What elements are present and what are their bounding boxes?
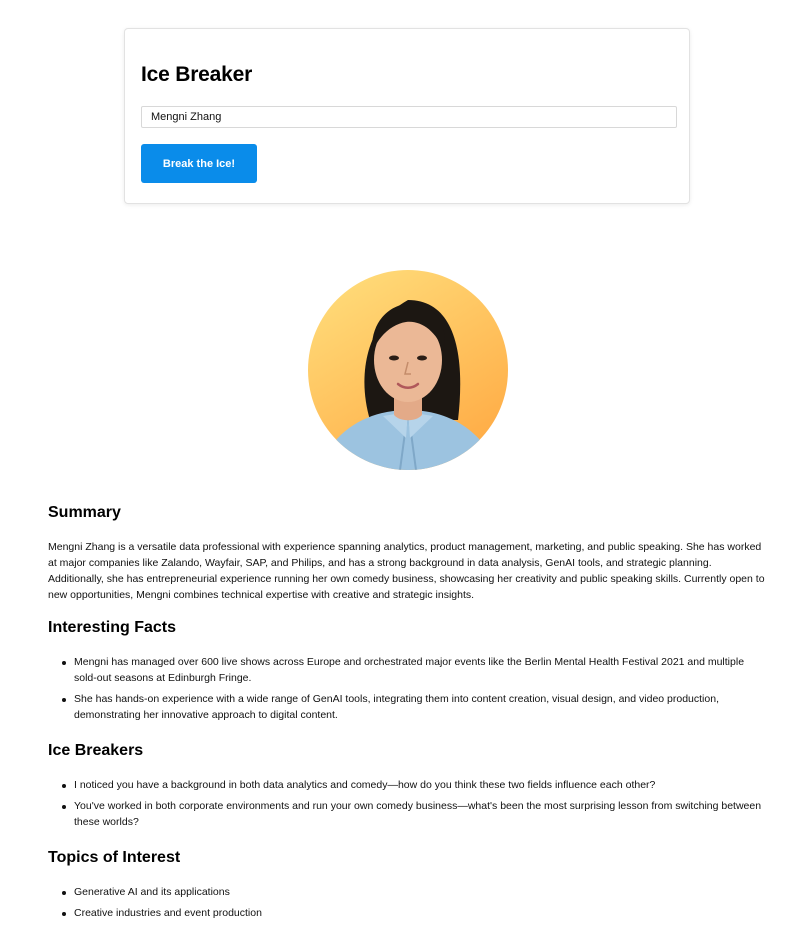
list-item: Generative AI and its applications: [48, 884, 768, 900]
list-item: Mengni has managed over 600 live shows a…: [48, 654, 768, 686]
list-item: Creative industries and event production: [48, 905, 768, 921]
topics-list: Generative AI and its applications Creat…: [48, 884, 768, 926]
summary-text: Mengni Zhang is a versatile data profess…: [48, 541, 765, 601]
icebreakers-list: I noticed you have a background in both …: [48, 777, 768, 835]
icebreakers-heading: Ice Breakers: [48, 742, 144, 759]
name-input[interactable]: [141, 106, 677, 128]
facts-heading: Interesting Facts: [48, 619, 177, 636]
list-item: You've worked in both corporate environm…: [48, 798, 768, 830]
list-item: I noticed you have a background in both …: [48, 777, 768, 793]
search-card: Ice Breaker Break the Ice!: [124, 28, 690, 204]
avatar: [308, 270, 508, 470]
facts-list: Mengni has managed over 600 live shows a…: [48, 654, 768, 728]
profile-photo: [308, 270, 508, 470]
page-title: Ice Breaker: [141, 63, 253, 86]
topics-heading: Topics of Interest: [48, 849, 181, 866]
summary-heading: Summary: [48, 504, 121, 521]
list-item: She has hands-on experience with a wide …: [48, 691, 768, 723]
break-the-ice-button[interactable]: Break the Ice!: [141, 144, 257, 183]
